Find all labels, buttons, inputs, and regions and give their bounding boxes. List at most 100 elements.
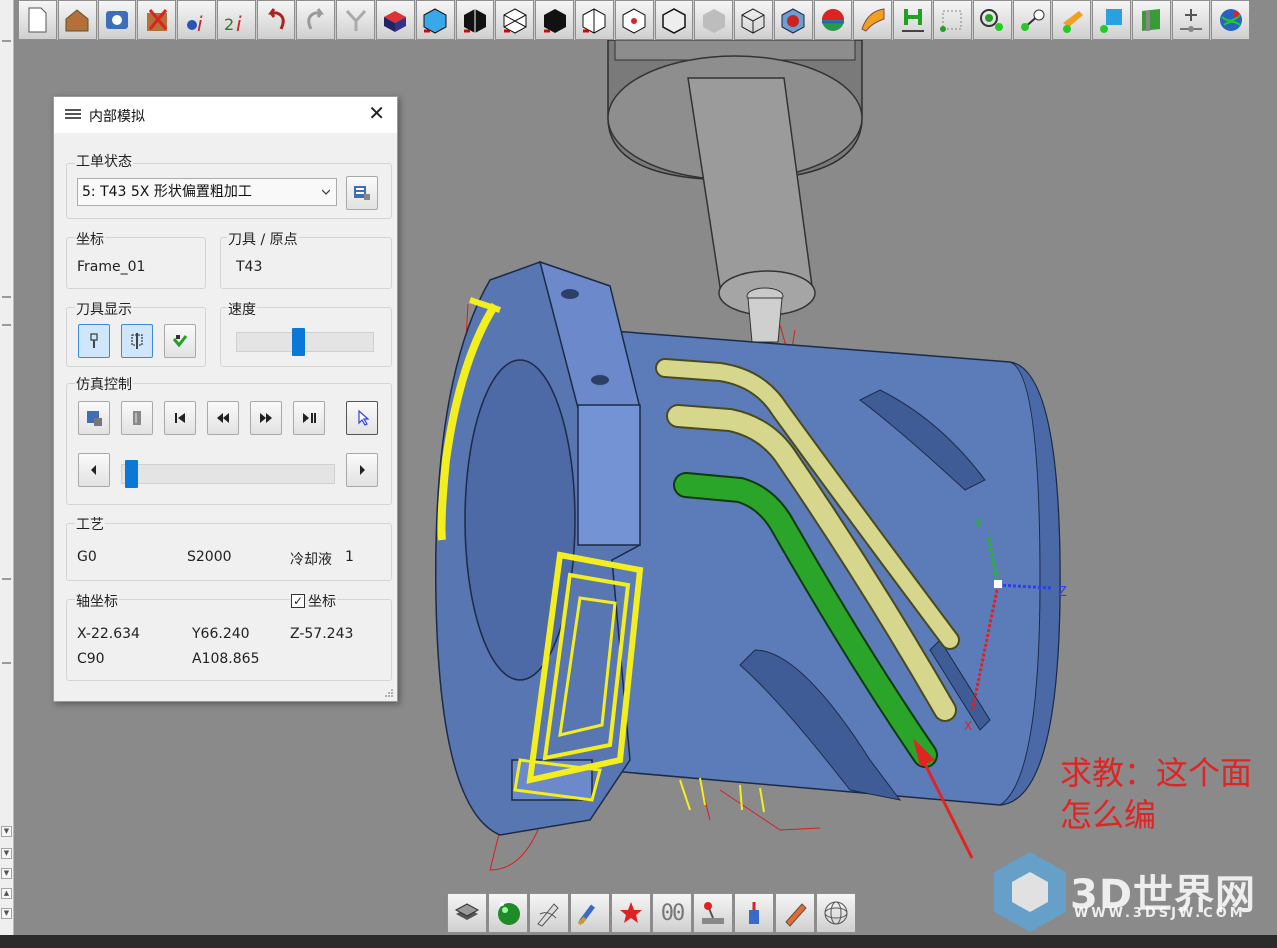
- cube-wireframe-button[interactable]: [734, 0, 773, 40]
- scroll-down-icon[interactable]: ▼: [1, 868, 12, 879]
- brush-button[interactable]: [570, 893, 610, 933]
- cube-iso-wire-button[interactable]: [495, 0, 535, 40]
- cube-iso-wire-icon: [503, 8, 527, 34]
- axis-y-value: Y66.240: [192, 626, 250, 642]
- cube-red-core-button[interactable]: [773, 0, 813, 40]
- node-green-button[interactable]: [972, 0, 1012, 40]
- cube-solid-button[interactable]: [654, 0, 694, 40]
- star-button[interactable]: [611, 893, 651, 933]
- probe-icon: [1062, 11, 1083, 33]
- pencil-sketch-button[interactable]: [529, 893, 569, 933]
- checkbox-checked-icon[interactable]: ✓: [291, 594, 305, 608]
- question-annotation: 求教：这个面 怎么编: [1060, 752, 1270, 836]
- reset-view-button[interactable]: [336, 0, 376, 40]
- cube-left-icon: [463, 9, 486, 33]
- divider: [2, 662, 11, 664]
- wire-sphere-button[interactable]: [816, 893, 856, 933]
- step-cursor-button[interactable]: [346, 401, 378, 435]
- watermark-url: WWW.3DSJW.COM: [1074, 906, 1246, 921]
- layers-button[interactable]: [447, 893, 487, 933]
- open-house-button[interactable]: [57, 0, 97, 40]
- axis-x-value: X-22.634: [77, 626, 140, 642]
- coords-checkbox[interactable]: ✓ 坐标: [290, 591, 337, 611]
- skip-start-button[interactable]: [164, 401, 196, 435]
- coordinate-value: Frame_01: [77, 259, 146, 275]
- add-point-button[interactable]: [1171, 0, 1211, 40]
- redo-icon: [307, 8, 324, 30]
- surface-orange-button[interactable]: [853, 0, 893, 40]
- cube-vertex-icon: [622, 8, 646, 34]
- tool-display-label: 刀具显示: [75, 299, 133, 319]
- resize-grip-icon[interactable]: [384, 688, 394, 698]
- blue-cube-icon: [1100, 9, 1123, 33]
- cube-wire-icon: [423, 8, 447, 34]
- scroll-up-icon[interactable]: ▲: [1, 888, 12, 899]
- cube-front-button[interactable]: [535, 0, 574, 40]
- measure-button[interactable]: [932, 0, 972, 40]
- cube-red-core-icon: [781, 8, 805, 34]
- measure-icon: [940, 10, 962, 32]
- scroll-down-icon[interactable]: ▼: [1, 826, 12, 837]
- show-holder-button[interactable]: [121, 324, 153, 358]
- pen-button[interactable]: [775, 893, 815, 933]
- close-icon[interactable]: ✕: [368, 103, 385, 123]
- info2-button[interactable]: 2i: [216, 0, 256, 40]
- scroll-down-icon[interactable]: ▼: [1, 908, 12, 919]
- cube-wire-button[interactable]: [415, 0, 455, 40]
- speed-slider-thumb[interactable]: [292, 328, 306, 356]
- progress-back-button[interactable]: [78, 453, 110, 487]
- open-folder-button[interactable]: [97, 0, 137, 40]
- progress-slider[interactable]: [121, 464, 335, 484]
- wire-sphere-icon: [824, 901, 848, 925]
- pencil-sketch-icon: [537, 903, 559, 927]
- spray-button[interactable]: [734, 893, 774, 933]
- cube-right-wire-button[interactable]: [574, 0, 614, 40]
- sim-settings-button[interactable]: [78, 401, 110, 435]
- annotation-line-2: 怎么编: [1060, 796, 1157, 834]
- svg-text:i: i: [197, 12, 203, 35]
- sim-stop-button[interactable]: [121, 401, 153, 435]
- sphere-color-button[interactable]: [813, 0, 853, 40]
- cube-vertex-button[interactable]: [614, 0, 654, 40]
- green-ball-button[interactable]: [488, 893, 528, 933]
- counter-button[interactable]: 00: [652, 893, 692, 933]
- axis-label-z: Z: [1058, 585, 1067, 600]
- order-status-select[interactable]: 5: T43 5X 形状偏置粗加工: [77, 178, 337, 206]
- tool-green-button[interactable]: [893, 0, 932, 40]
- order-settings-button[interactable]: [346, 176, 378, 210]
- delete-button[interactable]: [137, 0, 177, 40]
- play-pause-button[interactable]: [293, 401, 325, 435]
- blue-cube-button[interactable]: [1092, 0, 1131, 40]
- joystick-button[interactable]: [693, 893, 733, 933]
- connect-green-icon: [1020, 9, 1045, 31]
- cube-right-wire-icon: [582, 8, 606, 34]
- info-button[interactable]: i: [177, 0, 216, 40]
- joystick-icon: [702, 902, 724, 924]
- show-tool-button[interactable]: [78, 324, 110, 358]
- undo-button[interactable]: [256, 0, 296, 40]
- open-house-icon: [65, 9, 89, 32]
- spray-icon: [749, 902, 759, 924]
- status-strip: [0, 935, 1277, 948]
- new-file-button[interactable]: [18, 0, 57, 40]
- connect-green-button[interactable]: [1012, 0, 1052, 40]
- left-panel-strip: ▼ ▼ ▼ ▲ ▼: [0, 0, 14, 935]
- cube-top-icon: [384, 11, 407, 32]
- cube-top-button[interactable]: [376, 0, 415, 40]
- rewind-button[interactable]: [207, 401, 239, 435]
- scroll-down-icon[interactable]: ▼: [1, 848, 12, 859]
- fast-forward-button[interactable]: [250, 401, 282, 435]
- globe-button[interactable]: [1211, 0, 1251, 40]
- cube-grey-button[interactable]: [694, 0, 734, 40]
- probe-button[interactable]: [1052, 0, 1092, 40]
- dialog-titlebar[interactable]: 内部模拟 ✕: [54, 97, 397, 133]
- show-path-button[interactable]: [164, 324, 196, 358]
- redo-button[interactable]: [296, 0, 336, 40]
- progress-slider-thumb[interactable]: [125, 460, 139, 488]
- progress-forward-button[interactable]: [346, 453, 378, 487]
- globe-icon: [1219, 9, 1242, 31]
- layers-icon: [454, 903, 480, 920]
- green-surface-button[interactable]: [1131, 0, 1171, 40]
- cube-left-button[interactable]: [455, 0, 495, 40]
- rewind-icon: [217, 413, 229, 423]
